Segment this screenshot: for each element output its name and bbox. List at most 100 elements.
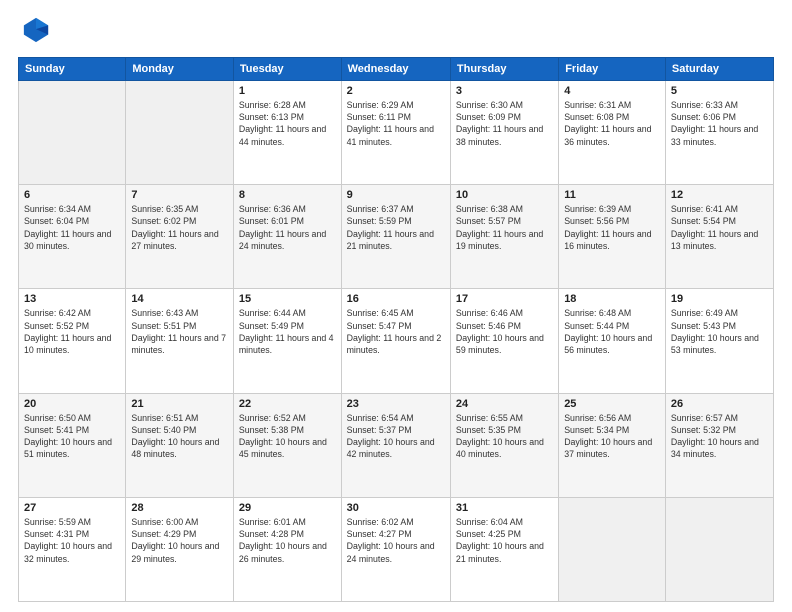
day-info: Sunrise: 6:36 AM Sunset: 6:01 PM Dayligh…	[239, 203, 336, 252]
calendar-cell: 9 Sunrise: 6:37 AM Sunset: 5:59 PM Daylig…	[341, 185, 450, 289]
day-info: Sunrise: 6:46 AM Sunset: 5:46 PM Dayligh…	[456, 307, 553, 356]
calendar-week-row: 1 Sunrise: 6:28 AM Sunset: 6:13 PM Daylig…	[19, 80, 774, 184]
day-info: Sunrise: 6:28 AM Sunset: 6:13 PM Dayligh…	[239, 99, 336, 148]
day-info: Sunrise: 6:42 AM Sunset: 5:52 PM Dayligh…	[24, 307, 120, 356]
day-number: 2	[347, 85, 445, 97]
day-number: 20	[24, 398, 120, 410]
day-info: Sunrise: 6:38 AM Sunset: 5:57 PM Dayligh…	[456, 203, 553, 252]
calendar-cell: 27Sunrise: 5:59 AM Sunset: 4:31 PM Dayli…	[19, 497, 126, 601]
day-info: Sunrise: 6:44 AM Sunset: 5:49 PM Dayligh…	[239, 307, 336, 356]
weekday-header-cell: Sunday	[19, 57, 126, 80]
calendar-cell: 14 Sunrise: 6:43 AM Sunset: 5:51 PM Dayli…	[126, 289, 234, 393]
weekday-header-cell: Monday	[126, 57, 234, 80]
day-info: Sunrise: 6:30 AM Sunset: 6:09 PM Dayligh…	[456, 99, 553, 148]
day-number: 24	[456, 398, 553, 410]
calendar-table: SundayMondayTuesdayWednesdayThursdayFrid…	[18, 57, 774, 602]
calendar-cell: 8 Sunrise: 6:36 AM Sunset: 6:01 PM Daylig…	[233, 185, 341, 289]
weekday-header-cell: Wednesday	[341, 57, 450, 80]
calendar-week-row: 6 Sunrise: 6:34 AM Sunset: 6:04 PM Daylig…	[19, 185, 774, 289]
calendar-cell: 3 Sunrise: 6:30 AM Sunset: 6:09 PM Daylig…	[450, 80, 558, 184]
day-number: 15	[239, 293, 336, 305]
weekday-header-cell: Saturday	[665, 57, 773, 80]
calendar-cell: 15 Sunrise: 6:44 AM Sunset: 5:49 PM Dayli…	[233, 289, 341, 393]
calendar-cell	[559, 497, 666, 601]
day-number: 30	[347, 502, 445, 514]
day-number: 8	[239, 189, 336, 201]
day-number: 11	[564, 189, 660, 201]
day-info: Sunrise: 6:56 AM Sunset: 5:34 PM Dayligh…	[564, 412, 660, 461]
calendar-cell: 13 Sunrise: 6:42 AM Sunset: 5:52 PM Dayli…	[19, 289, 126, 393]
day-info: Sunrise: 6:54 AM Sunset: 5:37 PM Dayligh…	[347, 412, 445, 461]
day-info: Sunrise: 6:34 AM Sunset: 6:04 PM Dayligh…	[24, 203, 120, 252]
calendar-cell: 31Sunrise: 6:04 AM Sunset: 4:25 PM Dayli…	[450, 497, 558, 601]
day-number: 23	[347, 398, 445, 410]
calendar-cell: 6 Sunrise: 6:34 AM Sunset: 6:04 PM Daylig…	[19, 185, 126, 289]
weekday-header-cell: Tuesday	[233, 57, 341, 80]
day-number: 25	[564, 398, 660, 410]
calendar-cell: 22 Sunrise: 6:52 AM Sunset: 5:38 PM Dayli…	[233, 393, 341, 497]
weekday-header-cell: Friday	[559, 57, 666, 80]
calendar-cell: 25 Sunrise: 6:56 AM Sunset: 5:34 PM Dayli…	[559, 393, 666, 497]
day-info: Sunrise: 6:33 AM Sunset: 6:06 PM Dayligh…	[671, 99, 768, 148]
day-info: Sunrise: 6:55 AM Sunset: 5:35 PM Dayligh…	[456, 412, 553, 461]
calendar-cell: 29 Sunrise: 6:01 AM Sunset: 4:28 PM Dayli…	[233, 497, 341, 601]
day-info: Sunrise: 6:35 AM Sunset: 6:02 PM Dayligh…	[131, 203, 228, 252]
day-number: 3	[456, 85, 553, 97]
day-number: 28	[131, 502, 228, 514]
weekday-header-row: SundayMondayTuesdayWednesdayThursdayFrid…	[19, 57, 774, 80]
day-number: 5	[671, 85, 768, 97]
calendar-cell: 24 Sunrise: 6:55 AM Sunset: 5:35 PM Dayli…	[450, 393, 558, 497]
day-info: Sunrise: 6:00 AM Sunset: 4:29 PM Dayligh…	[131, 516, 228, 565]
day-number: 4	[564, 85, 660, 97]
calendar-cell: 2 Sunrise: 6:29 AM Sunset: 6:11 PM Daylig…	[341, 80, 450, 184]
calendar-cell: 21 Sunrise: 6:51 AM Sunset: 5:40 PM Dayli…	[126, 393, 234, 497]
day-number: 18	[564, 293, 660, 305]
calendar-cell: 17 Sunrise: 6:46 AM Sunset: 5:46 PM Dayli…	[450, 289, 558, 393]
calendar-cell: 10Sunrise: 6:38 AM Sunset: 5:57 PM Dayli…	[450, 185, 558, 289]
day-info: Sunrise: 6:01 AM Sunset: 4:28 PM Dayligh…	[239, 516, 336, 565]
calendar-cell	[19, 80, 126, 184]
day-info: Sunrise: 6:43 AM Sunset: 5:51 PM Dayligh…	[131, 307, 228, 356]
day-number: 16	[347, 293, 445, 305]
day-number: 9	[347, 189, 445, 201]
calendar-week-row: 13 Sunrise: 6:42 AM Sunset: 5:52 PM Dayli…	[19, 289, 774, 393]
day-number: 22	[239, 398, 336, 410]
calendar-cell: 23 Sunrise: 6:54 AM Sunset: 5:37 PM Dayli…	[341, 393, 450, 497]
day-number: 17	[456, 293, 553, 305]
day-number: 31	[456, 502, 553, 514]
day-number: 14	[131, 293, 228, 305]
day-info: Sunrise: 6:52 AM Sunset: 5:38 PM Dayligh…	[239, 412, 336, 461]
calendar-cell: 4 Sunrise: 6:31 AM Sunset: 6:08 PM Daylig…	[559, 80, 666, 184]
calendar-cell: 20Sunrise: 6:50 AM Sunset: 5:41 PM Dayli…	[19, 393, 126, 497]
day-number: 27	[24, 502, 120, 514]
calendar-cell: 1 Sunrise: 6:28 AM Sunset: 6:13 PM Daylig…	[233, 80, 341, 184]
logo-flag-icon	[22, 16, 50, 44]
day-info: Sunrise: 6:02 AM Sunset: 4:27 PM Dayligh…	[347, 516, 445, 565]
day-number: 6	[24, 189, 120, 201]
day-number: 13	[24, 293, 120, 305]
calendar-body: 1 Sunrise: 6:28 AM Sunset: 6:13 PM Daylig…	[19, 80, 774, 601]
header	[18, 16, 774, 49]
calendar-week-row: 20Sunrise: 6:50 AM Sunset: 5:41 PM Dayli…	[19, 393, 774, 497]
day-info: Sunrise: 6:37 AM Sunset: 5:59 PM Dayligh…	[347, 203, 445, 252]
day-info: Sunrise: 6:51 AM Sunset: 5:40 PM Dayligh…	[131, 412, 228, 461]
day-info: Sunrise: 6:31 AM Sunset: 6:08 PM Dayligh…	[564, 99, 660, 148]
calendar-cell: 19Sunrise: 6:49 AM Sunset: 5:43 PM Dayli…	[665, 289, 773, 393]
day-number: 21	[131, 398, 228, 410]
day-number: 29	[239, 502, 336, 514]
calendar-cell: 28 Sunrise: 6:00 AM Sunset: 4:29 PM Dayli…	[126, 497, 234, 601]
day-number: 1	[239, 85, 336, 97]
calendar-cell	[126, 80, 234, 184]
calendar-cell: 30 Sunrise: 6:02 AM Sunset: 4:27 PM Dayli…	[341, 497, 450, 601]
logo	[18, 16, 50, 49]
day-number: 19	[671, 293, 768, 305]
calendar-cell: 18 Sunrise: 6:48 AM Sunset: 5:44 PM Dayli…	[559, 289, 666, 393]
calendar-cell: 5 Sunrise: 6:33 AM Sunset: 6:06 PM Daylig…	[665, 80, 773, 184]
calendar-cell: 7Sunrise: 6:35 AM Sunset: 6:02 PM Daylig…	[126, 185, 234, 289]
calendar-cell	[665, 497, 773, 601]
day-info: Sunrise: 6:39 AM Sunset: 5:56 PM Dayligh…	[564, 203, 660, 252]
calendar-cell: 11 Sunrise: 6:39 AM Sunset: 5:56 PM Dayli…	[559, 185, 666, 289]
day-info: Sunrise: 6:48 AM Sunset: 5:44 PM Dayligh…	[564, 307, 660, 356]
day-info: Sunrise: 6:29 AM Sunset: 6:11 PM Dayligh…	[347, 99, 445, 148]
calendar-cell: 12Sunrise: 6:41 AM Sunset: 5:54 PM Dayli…	[665, 185, 773, 289]
